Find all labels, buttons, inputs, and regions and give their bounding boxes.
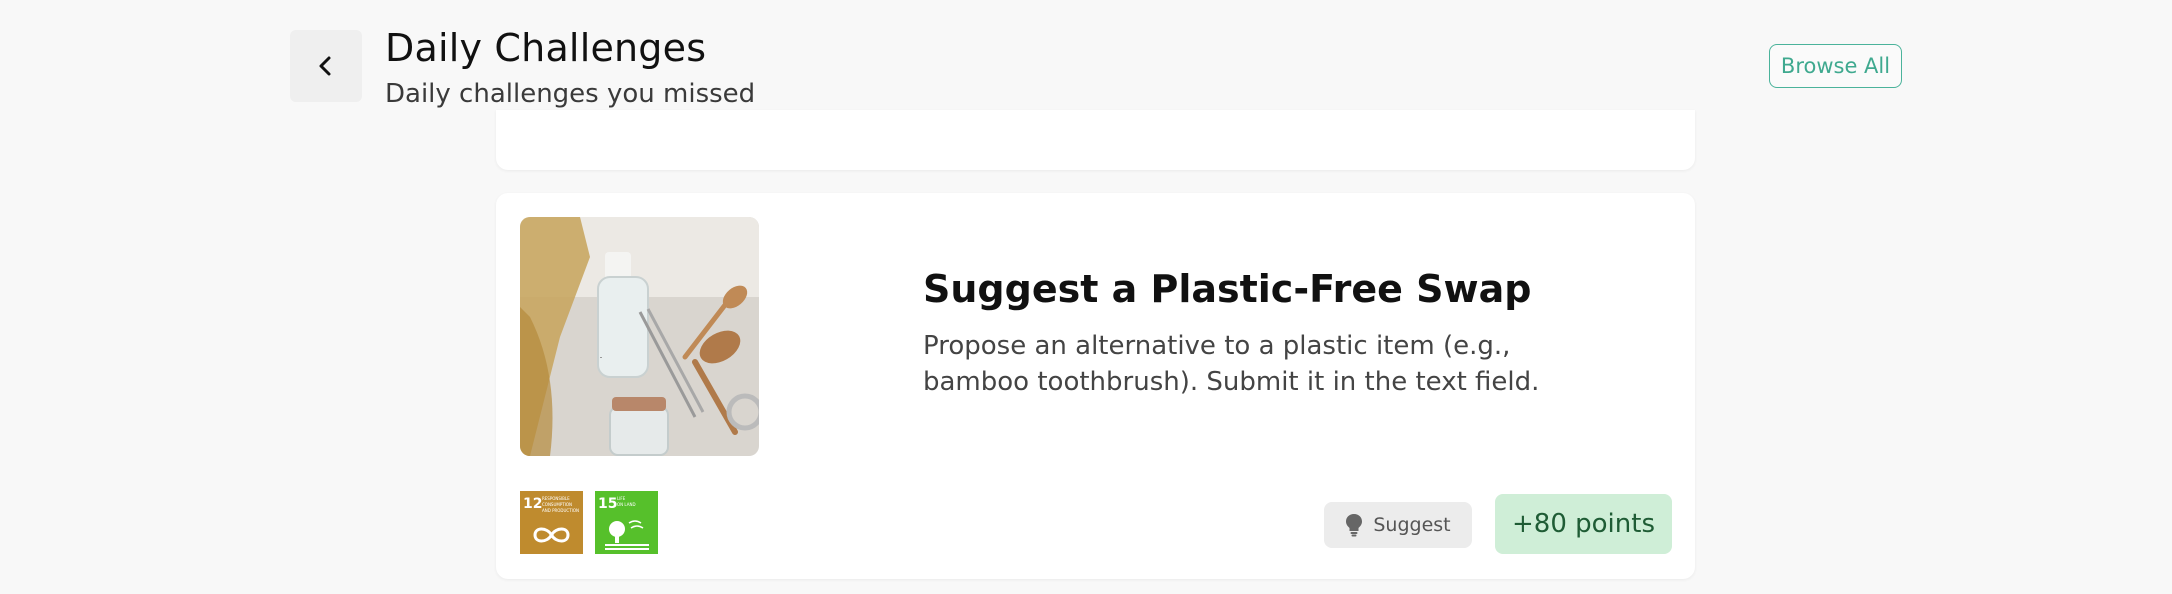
sdg-15-badge: 15 LIFE ON LAND	[595, 491, 658, 554]
svg-text:ON LAND: ON LAND	[617, 502, 636, 507]
back-button[interactable]	[290, 30, 362, 102]
sdg-12-badge: 12 RESPONSIBLE CONSUMPTION AND PRODUCTIO…	[520, 491, 583, 554]
suggest-chip: Suggest	[1324, 502, 1472, 548]
page-title: Daily Challenges	[385, 26, 707, 70]
svg-text:AND PRODUCTION: AND PRODUCTION	[542, 508, 579, 513]
svg-text:RESPONSIBLE: RESPONSIBLE	[542, 496, 570, 501]
browse-all-button[interactable]: Browse All	[1769, 44, 1902, 88]
sdg-12-number: 12	[523, 496, 542, 512]
sdg-15-number: 15	[598, 496, 617, 512]
page-subtitle: Daily challenges you missed	[385, 79, 756, 109]
lightbulb-icon	[1346, 514, 1363, 537]
challenge-card[interactable]: Suggest a Plastic-Free Swap Propose an a…	[496, 193, 1695, 579]
points-badge: +80 points	[1495, 494, 1672, 554]
suggest-label: Suggest	[1373, 514, 1451, 536]
challenge-description: Propose an alternative to a plastic item…	[923, 331, 1540, 397]
chevron-left-icon	[319, 56, 331, 76]
svg-text:CONSUMPTION: CONSUMPTION	[542, 502, 572, 507]
challenge-title: Suggest a Plastic-Free Swap	[923, 267, 1532, 311]
challenge-image	[520, 217, 759, 456]
previous-challenge-card[interactable]	[496, 110, 1695, 170]
header-titles: Daily Challenges Daily challenges you mi…	[385, 22, 755, 112]
svg-text:LIFE: LIFE	[617, 496, 626, 501]
